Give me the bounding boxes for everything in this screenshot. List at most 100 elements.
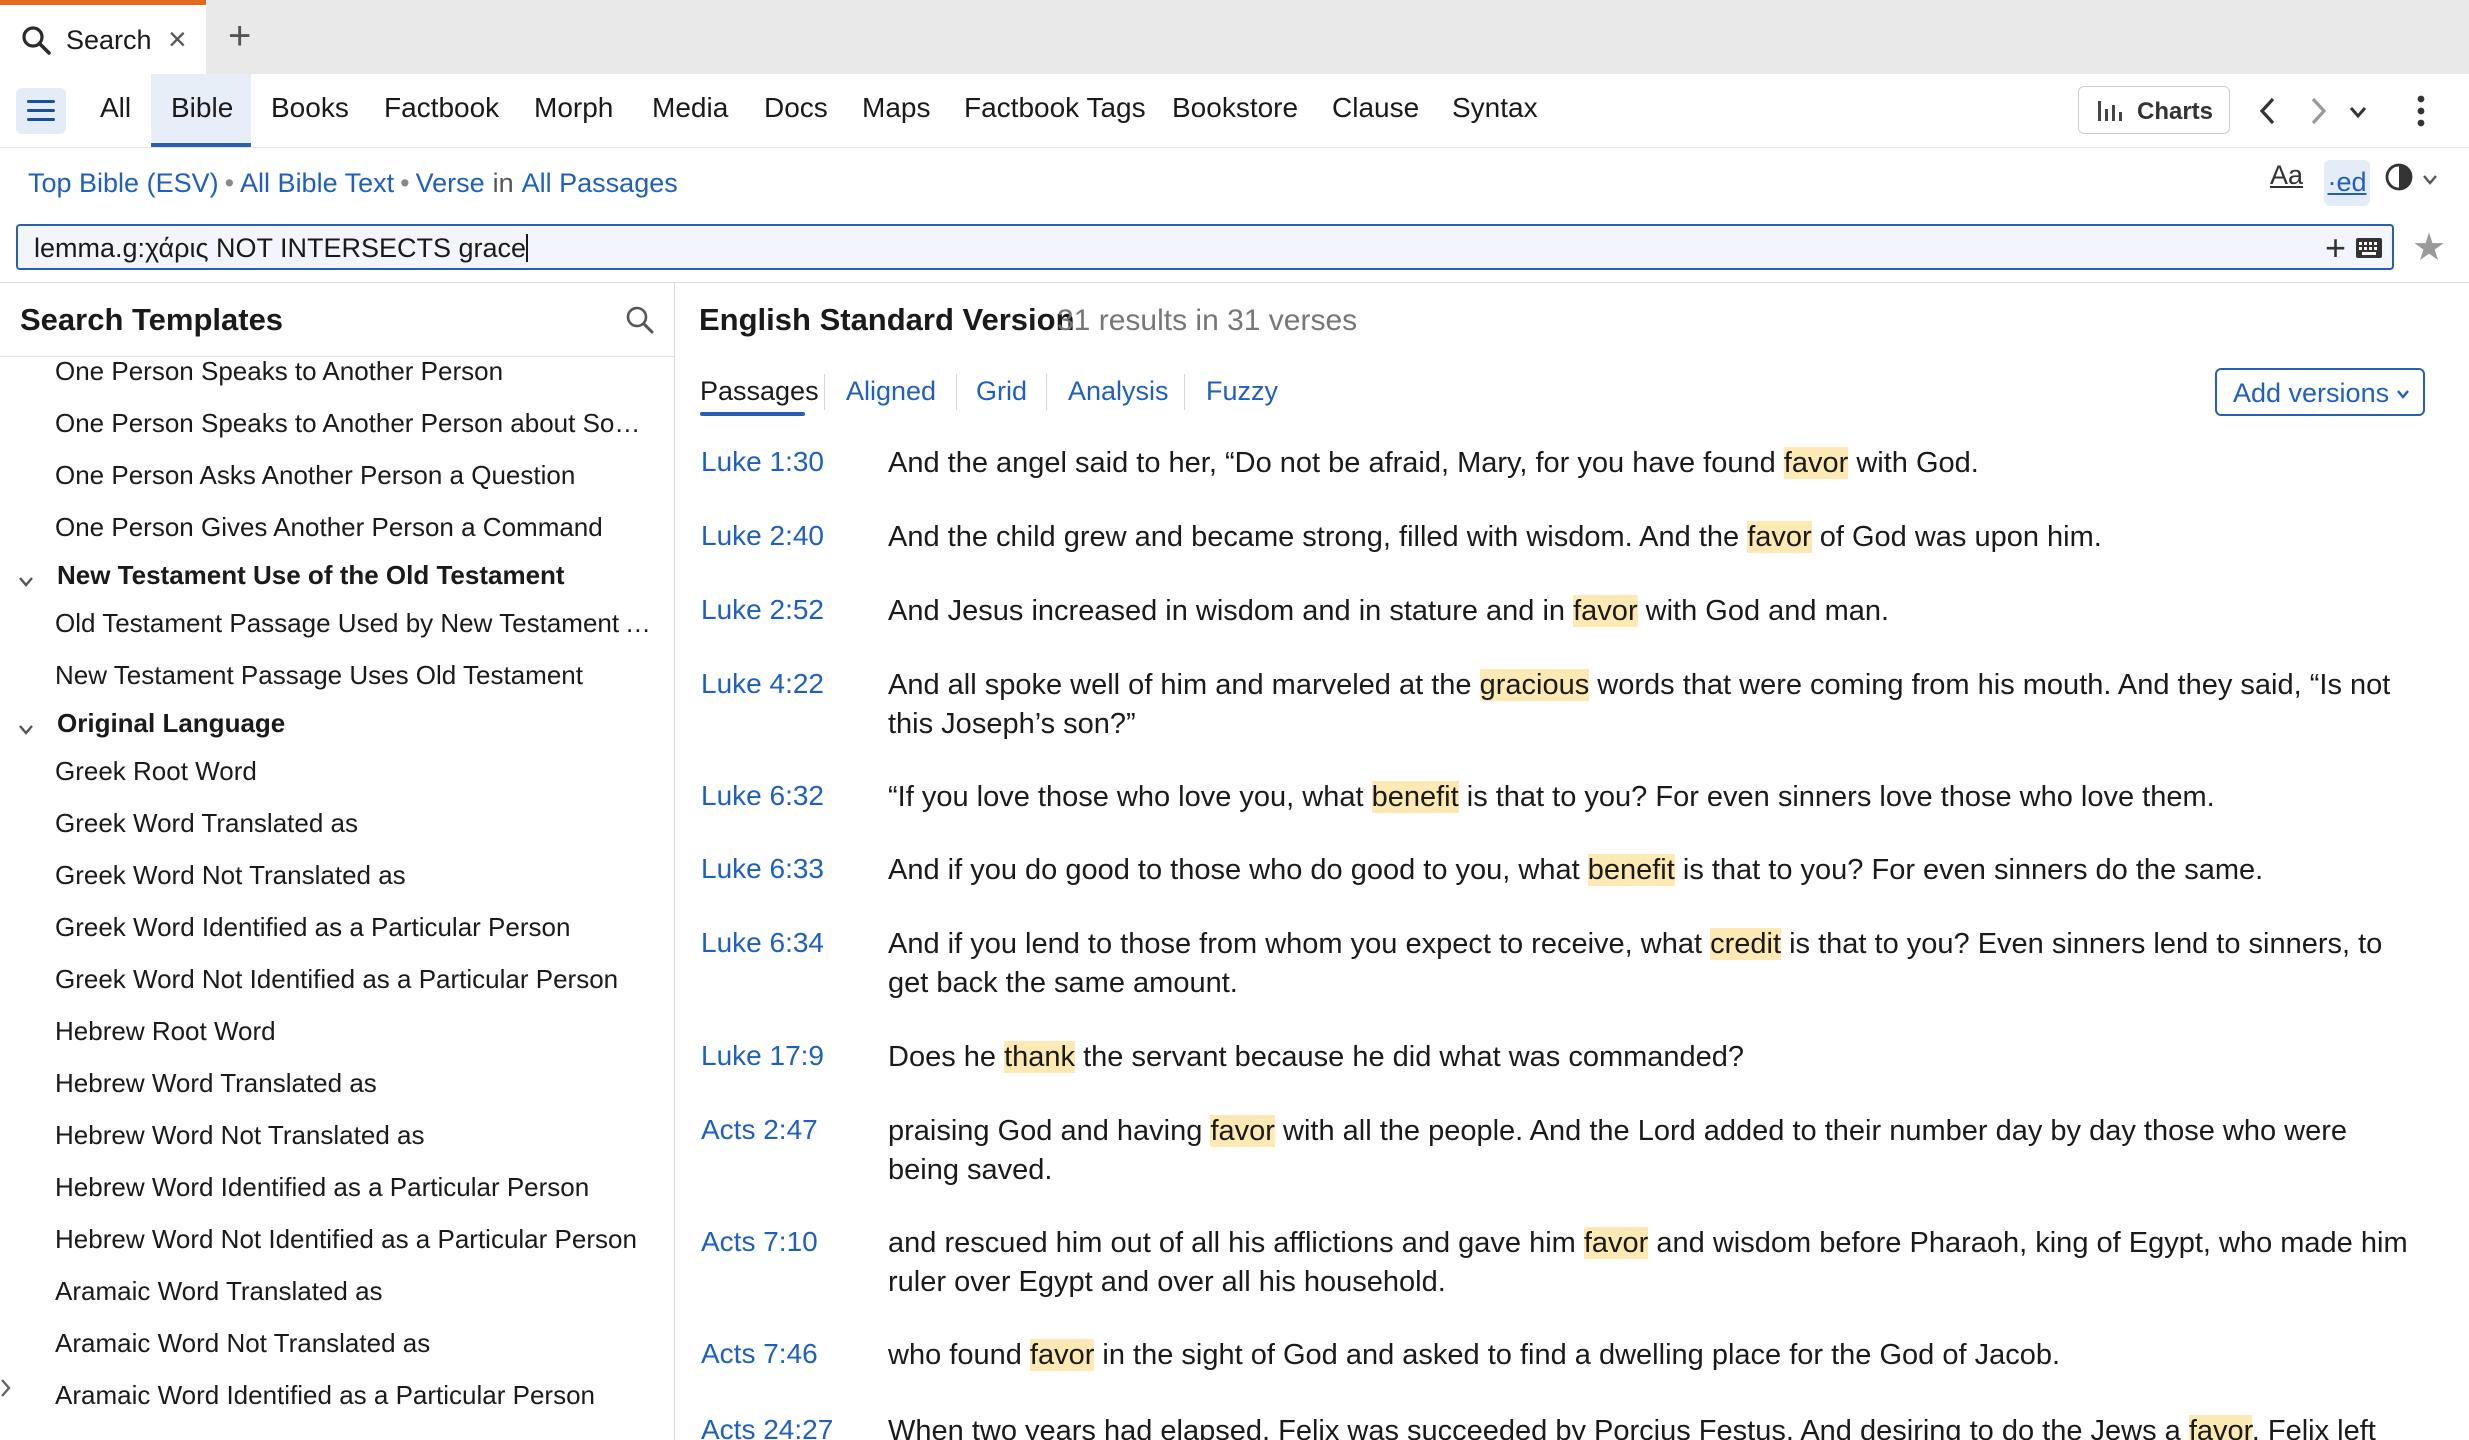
charts-button[interactable]: Charts (2078, 86, 2230, 134)
template-item[interactable]: One Person Speaks to Another Person (55, 356, 661, 387)
add-versions-label: Add versions (2233, 378, 2390, 408)
verse-reference-link[interactable]: Luke 1:30 (701, 446, 824, 478)
forward-arrow-icon[interactable] (2306, 96, 2330, 126)
more-options-icon[interactable] (2416, 94, 2426, 128)
nav-media[interactable]: Media (652, 92, 728, 124)
search-hit[interactable]: favor (1583, 1227, 1649, 1259)
verse-text-before: And if you do good to those who do good … (888, 854, 1588, 886)
search-templates-title: Search Templates (20, 302, 284, 337)
template-item[interactable]: Hebrew Word Translated as (55, 1068, 661, 1099)
add-search-term-plus-icon[interactable]: + (2325, 228, 2346, 268)
search-hit[interactable]: credit (1710, 928, 1782, 960)
search-hit[interactable]: benefit (1587, 854, 1675, 886)
template-item[interactable]: Aramaic Word Identified as a Particular … (55, 1380, 661, 1411)
tab-passages[interactable]: Passages (700, 376, 819, 407)
tab-label: Search (66, 25, 152, 55)
add-versions-button[interactable]: Add versions (2215, 368, 2425, 416)
chevron-down-icon[interactable] (16, 720, 36, 740)
search-hit[interactable]: favor (1783, 447, 1849, 479)
verse-text-before: And the angel said to her, “Do not be af… (888, 447, 1784, 479)
verse-reference-link[interactable]: Acts 7:10 (701, 1226, 818, 1258)
nav-factbook-tags[interactable]: Factbook Tags (964, 92, 1146, 124)
display-options-button[interactable]: ·ed (2324, 160, 2370, 206)
verse-reference-link[interactable]: Acts 2:47 (701, 1114, 818, 1146)
verse-reference-link[interactable]: Luke 4:22 (701, 668, 824, 700)
nav-bible[interactable]: Bible (171, 92, 233, 124)
nav-books[interactable]: Books (271, 92, 349, 124)
results-list: Luke 1:30 And the angel said to her, “Do… (674, 430, 2469, 1440)
tab-fuzzy[interactable]: Fuzzy (1206, 376, 1278, 407)
scope-range-link[interactable]: All Passages (522, 168, 678, 198)
back-arrow-icon[interactable] (2256, 96, 2280, 126)
template-item[interactable]: One Person Gives Another Person a Comman… (55, 512, 661, 543)
visual-filter-icon[interactable] (2384, 162, 2414, 192)
template-item[interactable]: Aramaic Word Translated as (55, 1276, 661, 1307)
template-item[interactable]: Hebrew Word Not Identified as a Particul… (55, 1224, 661, 1255)
verse-text: Does he thank the servant because he did… (888, 1038, 2418, 1077)
tab-aligned[interactable]: Aligned (846, 376, 936, 407)
verse-reference-link[interactable]: Luke 17:9 (701, 1040, 824, 1072)
tab-grid[interactable]: Grid (976, 376, 1027, 407)
search-input[interactable]: lemma.g:χάρις NOT INTERSECTS grace + (16, 224, 2394, 270)
tab-search[interactable]: Search × (0, 0, 206, 74)
nav-docs[interactable]: Docs (764, 92, 828, 124)
visual-filter-chevron-down-icon[interactable] (2422, 174, 2438, 186)
nav-syntax[interactable]: Syntax (1452, 92, 1538, 124)
scope-separator-dot: • (400, 168, 410, 198)
star-favorite-icon[interactable]: ★ (2412, 228, 2446, 268)
template-item[interactable]: Greek Word Identified as a Particular Pe… (55, 912, 661, 943)
verse-text-before: who found (888, 1339, 1030, 1371)
font-size-button[interactable]: Aa (2270, 160, 2303, 191)
search-icon[interactable] (624, 304, 656, 336)
template-item[interactable]: One Person Speaks to Another Person abou… (55, 408, 661, 439)
collapse-panel-chevron-icon[interactable] (0, 1376, 12, 1400)
keyboard-icon[interactable] (2356, 238, 2382, 258)
verse-reference-link[interactable]: Acts 24:27 (701, 1414, 833, 1440)
close-icon[interactable]: × (168, 23, 187, 55)
template-item[interactable]: Hebrew Word Identified as a Particular P… (55, 1172, 661, 1203)
search-hit[interactable]: favor (1747, 521, 1812, 553)
search-hit[interactable]: favor (1210, 1115, 1275, 1147)
hamburger-menu-icon[interactable] (16, 88, 66, 134)
nav-maps[interactable]: Maps (862, 92, 930, 124)
new-tab-plus-icon[interactable]: + (228, 16, 251, 56)
scope-in-label: in (492, 168, 514, 198)
scope-bible-link[interactable]: Top Bible (ESV) (28, 168, 219, 198)
search-hit[interactable]: thank (1004, 1041, 1076, 1073)
template-item[interactable]: One Person Asks Another Person a Questio… (55, 460, 661, 491)
nav-morph[interactable]: Morph (534, 92, 613, 124)
template-item[interactable]: Greek Root Word (55, 756, 661, 787)
scope-text-link[interactable]: All Bible Text (240, 168, 394, 198)
tab-analysis[interactable]: Analysis (1068, 376, 1169, 407)
nav-factbook[interactable]: Factbook (384, 92, 499, 124)
nav-bookstore[interactable]: Bookstore (1172, 92, 1298, 124)
verse-text: And the angel said to her, “Do not be af… (888, 444, 2418, 483)
verse-reference-link[interactable]: Luke 6:32 (701, 780, 824, 812)
verse-reference-link[interactable]: Acts 7:46 (701, 1338, 818, 1370)
scope-unit-link[interactable]: Verse (416, 168, 485, 198)
template-item[interactable]: New Testament Passage Uses Old Testament (55, 660, 661, 691)
template-item[interactable]: Hebrew Root Word (55, 1016, 661, 1047)
search-hit[interactable]: favor (2188, 1415, 2252, 1440)
verse-reference-link[interactable]: Luke 6:33 (701, 853, 824, 885)
template-item[interactable]: Greek Word Not Identified as a Particula… (55, 964, 661, 995)
nav-clause[interactable]: Clause (1332, 92, 1419, 124)
history-chevron-down-icon[interactable] (2348, 104, 2368, 120)
template-item[interactable]: Greek Word Translated as (55, 808, 661, 839)
search-hit[interactable]: favor (1029, 1339, 1095, 1371)
search-icon (22, 26, 51, 55)
search-hit[interactable]: gracious (1479, 669, 1590, 701)
search-hit[interactable]: favor (1573, 595, 1638, 627)
verse-reference-link[interactable]: Luke 2:52 (701, 594, 824, 626)
search-hit[interactable]: benefit (1371, 781, 1459, 813)
template-item[interactable]: Hebrew Word Not Translated as (55, 1120, 661, 1151)
template-item[interactable]: Greek Word Not Translated as (55, 860, 661, 891)
template-item[interactable]: Aramaic Word Not Translated as (55, 1328, 661, 1359)
template-group-header[interactable]: Original Language (57, 708, 663, 739)
template-group-header[interactable]: New Testament Use of the Old Testament (57, 560, 663, 591)
verse-reference-link[interactable]: Luke 6:34 (701, 927, 824, 959)
chevron-down-icon[interactable] (16, 572, 36, 592)
template-item[interactable]: Old Testament Passage Used by New Testam… (55, 608, 661, 639)
verse-reference-link[interactable]: Luke 2:40 (701, 520, 824, 552)
nav-all[interactable]: All (100, 92, 131, 124)
